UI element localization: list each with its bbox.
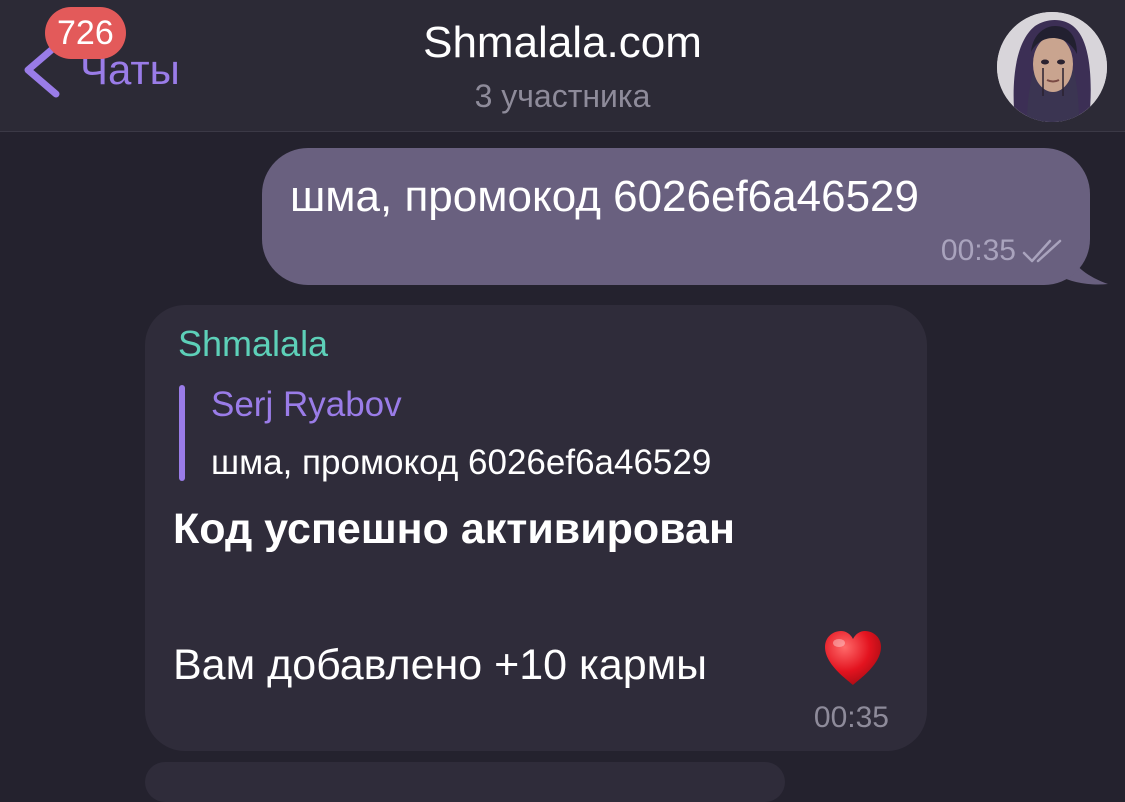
- user-avatar-icon: [997, 12, 1107, 122]
- message-bold-line: Код успешно активирован: [173, 505, 735, 553]
- incoming-message[interactable]: Shmalala Serj Ryabov шма, промокод 6026e…: [145, 305, 927, 751]
- chat-header: Чаты 726 Shmalala.com 3 участника: [0, 0, 1125, 132]
- reply-quote-bar: [179, 385, 185, 481]
- next-message[interactable]: [145, 762, 785, 802]
- message-text: шма, промокод 6026ef6a46529: [290, 172, 919, 221]
- chat-title[interactable]: Shmalala.com: [0, 18, 1125, 68]
- message-time: 00:35: [940, 234, 1016, 267]
- reply-author[interactable]: Serj Ryabov: [211, 385, 402, 425]
- chat-avatar[interactable]: [997, 12, 1107, 122]
- message-time: 00:35: [813, 701, 889, 734]
- double-check-icon: [1022, 239, 1062, 263]
- reply-text[interactable]: шма, промокод 6026ef6a46529: [211, 443, 711, 483]
- participants-count: 3 участника: [474, 78, 651, 114]
- sender-name[interactable]: Shmalala: [178, 323, 328, 365]
- message-line: Вам добавлено +10 кармы: [173, 641, 708, 689]
- outgoing-message[interactable]: шма, промокод 6026ef6a46529 00:35: [262, 148, 1090, 285]
- heart-icon: [825, 631, 881, 685]
